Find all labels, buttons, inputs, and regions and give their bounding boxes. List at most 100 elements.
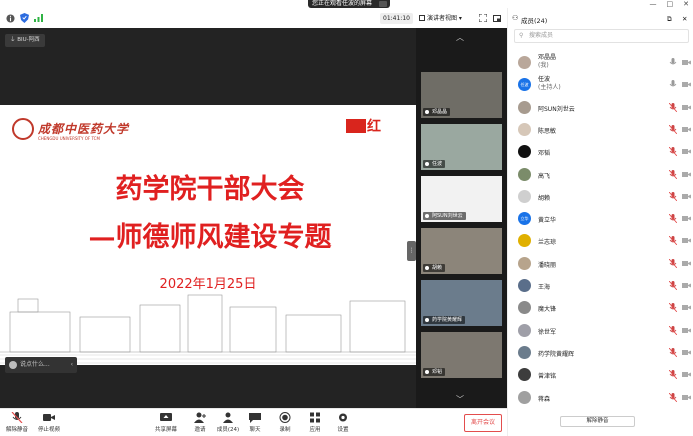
mic-muted-icon[interactable]: [669, 281, 677, 290]
mic-muted-icon[interactable]: [669, 392, 677, 402]
fullscreen-icon[interactable]: [478, 13, 488, 23]
video-thumb[interactable]: 任波: [421, 124, 502, 170]
member-name: 王海: [538, 284, 551, 291]
member-row[interactable]: 兰志琼: [508, 230, 693, 252]
video-thumb[interactable]: 阿SUN刘世云: [421, 176, 502, 222]
invite-icon: [194, 412, 206, 423]
record-label: 录制: [279, 427, 291, 433]
stop-video-button[interactable]: 停止视频: [34, 412, 64, 433]
mic-muted-icon[interactable]: [669, 169, 677, 179]
chat-button[interactable]: 聊天: [240, 412, 270, 433]
settings-button[interactable]: 设置: [328, 412, 358, 433]
camera-off-icon[interactable]: [682, 304, 691, 311]
member-row[interactable]: 药学院黄耀辉: [508, 342, 693, 364]
minimize-button[interactable]: —: [650, 0, 657, 8]
close-button[interactable]: ✕: [683, 0, 689, 8]
mic-muted-icon[interactable]: [669, 258, 677, 268]
mic-muted-icon[interactable]: [669, 191, 677, 201]
collapse-chevron-icon[interactable]: ‹: [71, 357, 73, 373]
unmute-button[interactable]: 解除静音: [2, 412, 32, 433]
camera-off-icon[interactable]: [682, 193, 691, 200]
member-search-input[interactable]: ⚲ 搜索成员: [514, 29, 689, 43]
apps-button[interactable]: 应用: [300, 412, 330, 433]
comment-input[interactable]: 说点什么... ‹: [5, 357, 77, 373]
member-row[interactable]: 陈思敏: [508, 119, 693, 141]
pip-icon[interactable]: [492, 13, 502, 23]
camera-off-icon[interactable]: [682, 59, 691, 66]
meeting-controls: 解除静音 停止视频 共享屏幕 邀请 成员(24) 聊天 录制 应用 设置 离开会…: [0, 408, 507, 436]
unmute-all-button[interactable]: 解除静音: [560, 416, 635, 427]
mic-muted-icon[interactable]: [669, 214, 677, 224]
camera-off-icon[interactable]: [682, 81, 691, 88]
banner-options-icon[interactable]: [379, 1, 387, 7]
camera-off-icon[interactable]: [682, 126, 691, 133]
mic-muted-icon[interactable]: [669, 236, 677, 246]
member-row[interactable]: 邓韬: [508, 141, 693, 163]
camera-off-icon[interactable]: [682, 327, 691, 334]
share-banner[interactable]: 您正在观看任波的屏幕: [308, 0, 390, 8]
speaker-tag-label: BIU-阿西: [17, 37, 40, 43]
camera-off-icon[interactable]: [682, 349, 691, 356]
camera-off-icon[interactable]: [682, 148, 691, 155]
panel-close-icon[interactable]: ✕: [682, 15, 687, 23]
participants-button[interactable]: 成员(24): [213, 412, 243, 433]
scroll-up-chevron-icon[interactable]: ︿: [456, 32, 464, 43]
member-row[interactable]: 高飞: [508, 164, 693, 186]
video-thumb[interactable]: 药学院黄耀辉: [421, 280, 502, 326]
mic-muted-icon[interactable]: [669, 80, 677, 89]
avatar: [518, 56, 531, 69]
camera-off-icon[interactable]: [682, 260, 691, 267]
camera-off-icon[interactable]: [682, 104, 691, 111]
shared-screen-stage: ⏚ BIU-阿西 成都中医药大学 CHENGDU UNIVERSITY OF T…: [0, 28, 416, 408]
mic-muted-icon[interactable]: [669, 124, 677, 134]
video-thumb-name: 阿SUN刘世云: [423, 212, 466, 220]
mic-muted-icon[interactable]: [669, 58, 677, 67]
member-row[interactable]: 徐世军: [508, 320, 693, 342]
video-thumb[interactable]: 邓晶晶: [421, 72, 502, 118]
popout-icon[interactable]: ⧉: [667, 15, 672, 24]
leave-meeting-button[interactable]: 离开会议: [464, 414, 502, 432]
camera-off-icon[interactable]: [682, 215, 691, 222]
mic-muted-icon[interactable]: [669, 147, 677, 157]
member-row[interactable]: 蒋森: [508, 387, 693, 409]
member-name-block: 邓晶晶 (我): [538, 54, 556, 69]
camera-off-icon[interactable]: [682, 394, 691, 401]
member-row[interactable]: 任波 任波 (主持人): [508, 74, 693, 96]
camera-off-icon[interactable]: [682, 171, 691, 178]
record-button[interactable]: 录制: [270, 412, 300, 433]
video-thumb[interactable]: 胡赖: [421, 228, 502, 274]
maximize-button[interactable]: □: [667, 0, 674, 8]
avatar: [518, 345, 531, 359]
member-name: 邓晶晶: [538, 54, 557, 61]
info-icon[interactable]: [5, 13, 15, 23]
record-icon: [279, 412, 291, 423]
mic-muted-icon[interactable]: [669, 370, 677, 380]
share-screen-label: 共享屏幕: [154, 427, 177, 433]
member-row[interactable]: 曾津铭: [508, 364, 693, 386]
member-name-block: 王海: [538, 282, 550, 291]
member-row[interactable]: 立华 黄立华: [508, 208, 693, 230]
video-thumb-name: 邓晶晶: [423, 108, 451, 116]
camera-off-icon[interactable]: [682, 371, 691, 378]
member-row[interactable]: 王海: [508, 275, 693, 297]
mic-muted-icon[interactable]: [669, 102, 677, 112]
mic-muted-icon[interactable]: [669, 325, 677, 335]
member-row[interactable]: 潘晓丽: [508, 253, 693, 275]
share-screen-button[interactable]: 共享屏幕: [151, 412, 181, 433]
panel-splitter-handle[interactable]: ⋮: [407, 241, 416, 261]
invite-button[interactable]: 邀请: [185, 412, 215, 433]
member-row[interactable]: 邓晶晶 (我): [508, 52, 693, 74]
view-mode-button[interactable]: 演讲者视图 ▾: [419, 13, 462, 24]
mic-muted-icon[interactable]: [669, 347, 677, 357]
scroll-down-chevron-icon[interactable]: ﹀: [456, 394, 464, 405]
member-row[interactable]: 阿SUN刘世云: [508, 97, 693, 119]
camera-off-icon[interactable]: [682, 282, 691, 289]
member-row[interactable]: 胡赖: [508, 186, 693, 208]
video-thumb[interactable]: 邓韬: [421, 332, 502, 378]
member-row[interactable]: 魔大锋: [508, 297, 693, 319]
mic-muted-icon[interactable]: [669, 303, 677, 313]
avatar: 任波: [518, 78, 531, 92]
camera-off-icon[interactable]: [682, 237, 691, 244]
avatar: [518, 145, 531, 159]
shield-icon[interactable]: [19, 13, 29, 23]
